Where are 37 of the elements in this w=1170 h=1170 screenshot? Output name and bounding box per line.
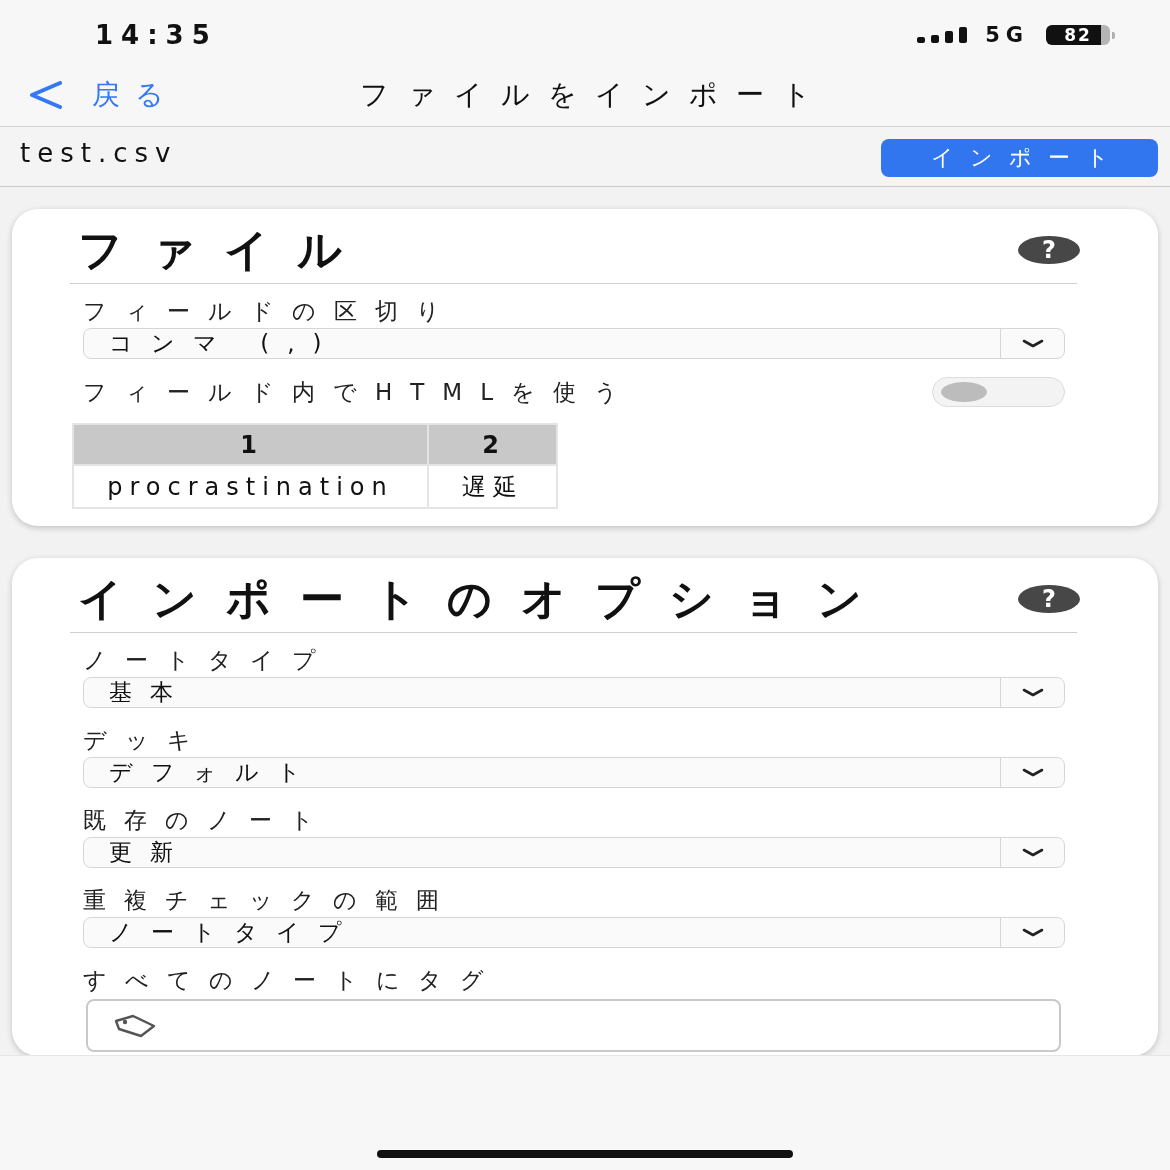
- signal-icon: [917, 27, 969, 43]
- network-type: 5G: [985, 23, 1029, 47]
- dropdown[interactable]: 更新: [83, 837, 1065, 868]
- toggle-switch[interactable]: [932, 377, 1065, 407]
- field-label: フィールドの区切り: [83, 297, 459, 325]
- section-title: ファイル: [78, 224, 370, 276]
- field-label: すべてのノートにタグ: [83, 966, 503, 994]
- table-cell: procrastination: [74, 466, 427, 507]
- page-title: ファイルをインポート: [358, 78, 829, 112]
- dropdown[interactable]: デフォルト: [83, 757, 1065, 788]
- field-label: 既存のノート: [83, 806, 333, 834]
- back-button[interactable]: 戻る: [0, 78, 179, 112]
- field-label: ノートタイプ: [83, 646, 335, 674]
- help-button[interactable]: ?: [1018, 236, 1080, 264]
- table-header-cell: 1: [74, 425, 427, 464]
- field-label: 重複チェックの範囲: [83, 886, 458, 914]
- tag-input-field[interactable]: [86, 999, 1061, 1052]
- chevron-down-icon: [1021, 688, 1044, 697]
- file-name: test.csv: [20, 137, 178, 168]
- chevron-down-icon: [1021, 848, 1044, 857]
- chevron-down-icon: [1021, 339, 1044, 348]
- dropdown[interactable]: 基本: [83, 677, 1065, 708]
- import-button[interactable]: インポート: [881, 138, 1158, 177]
- chevron-down-icon: [1021, 768, 1044, 777]
- table-cell: 遅延: [429, 466, 556, 507]
- chevron-left-icon: [28, 81, 62, 109]
- help-button[interactable]: ?: [1018, 585, 1080, 613]
- dropdown[interactable]: コンマ (,): [83, 328, 1065, 359]
- dropdown[interactable]: ノートタイプ: [83, 917, 1065, 948]
- field-label: フィールド内でHTMLを使う: [83, 378, 636, 406]
- section-title: インポートのオプション: [78, 573, 891, 625]
- field-label: デッキ: [83, 726, 210, 754]
- status-time: 14:35: [95, 20, 218, 50]
- battery-indicator: 82: [1046, 25, 1115, 45]
- tag-icon: [113, 1013, 157, 1038]
- table-header-cell: 2: [429, 425, 556, 464]
- chevron-down-icon: [1021, 928, 1044, 937]
